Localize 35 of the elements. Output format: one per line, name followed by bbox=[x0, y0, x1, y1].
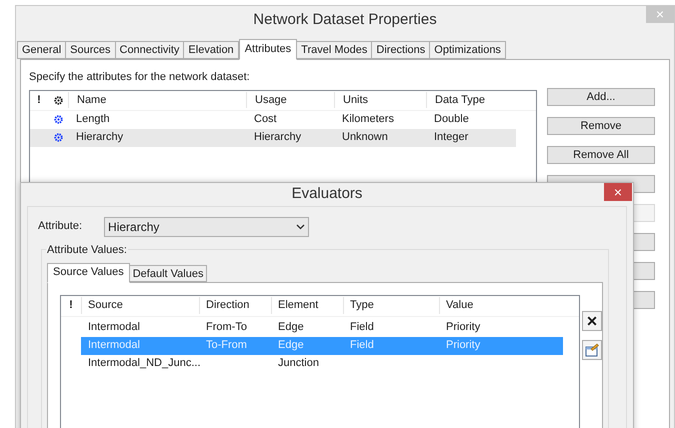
column-header: Name bbox=[68, 92, 246, 108]
table-cell-text: Hierarchy bbox=[253, 130, 302, 146]
table-cell-text: Priority bbox=[445, 338, 482, 354]
table-cell-text: Intermodal bbox=[87, 338, 141, 354]
table-cell-text: Edge bbox=[277, 338, 305, 354]
window-title: Network Dataset Properties bbox=[253, 10, 437, 30]
table-cell-text: Double bbox=[433, 112, 470, 128]
table-cell-text: Integer bbox=[433, 130, 470, 146]
column-header: Direction bbox=[199, 297, 271, 314]
table-cell-text: Kilometers bbox=[341, 112, 395, 128]
table-cell-text: Cost bbox=[253, 112, 278, 128]
dialog-title: Evaluators bbox=[292, 184, 362, 204]
table-cell-text: Intermodal bbox=[87, 320, 141, 336]
table-cell-text: Priority bbox=[445, 320, 482, 336]
table-cell-text: Hierarchy bbox=[75, 130, 124, 146]
column-header: Units bbox=[334, 92, 426, 108]
column-header: Source bbox=[81, 297, 199, 314]
table-cell-text: Length bbox=[75, 112, 111, 128]
table-cell-text: Unknown bbox=[341, 130, 389, 146]
table-cell-text: Field bbox=[349, 320, 375, 336]
column-header: Data Type bbox=[426, 92, 516, 108]
instruction-text: Specify the attributes for the network dataset: bbox=[29, 70, 251, 85]
column-header: Element bbox=[271, 297, 343, 314]
table-cell-text: Edge bbox=[277, 320, 305, 336]
column-header: Value bbox=[439, 297, 557, 314]
column-header: ! bbox=[36, 92, 42, 108]
table-cell-text: Intermodal_ND_Junc... bbox=[87, 356, 199, 372]
table-cell-text: Junction bbox=[277, 356, 320, 372]
table-cell-text: Field bbox=[349, 338, 375, 354]
table-cell-text: From-To bbox=[205, 320, 248, 336]
table-cell-text: To-From bbox=[205, 338, 248, 354]
column-header: ! bbox=[68, 298, 74, 314]
column-header: Type bbox=[343, 297, 439, 314]
attribute-label: Attribute: bbox=[38, 219, 82, 234]
column-header: Usage bbox=[246, 92, 334, 108]
